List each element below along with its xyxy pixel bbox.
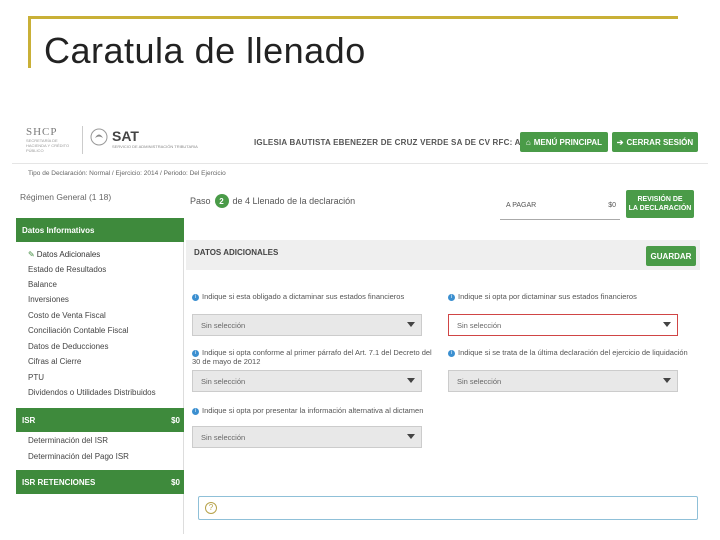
select-dictaminar-opta[interactable]: Sin selección — [448, 314, 678, 336]
select-dictaminar-obligado[interactable]: Sin selección — [192, 314, 422, 336]
sidebar-section-label: ISR RETENCIONES — [22, 477, 96, 487]
step-indicator: Paso 2 de 4 Llenado de la declaración — [190, 194, 355, 208]
select-value: Sin selección — [457, 320, 502, 330]
select-decreto-2012[interactable]: Sin selección — [192, 370, 422, 392]
sidebar-item-determinacion-isr[interactable]: Determinación del ISR — [28, 436, 108, 445]
step-suffix: de 4 Llenado de la declaración — [232, 196, 356, 206]
review-declaration-button[interactable]: REVISIÓN DE LA DECLARACIÓN — [626, 190, 694, 218]
sidebar-item-datos-adicionales[interactable]: ✎ Datos Adicionales — [28, 250, 100, 259]
section-header: DATOS ADICIONALES — [186, 240, 700, 270]
logo-divider — [82, 126, 83, 154]
info-icon: i — [192, 407, 199, 415]
sidebar-item-balance[interactable]: Balance — [28, 280, 57, 289]
help-panel[interactable]: ? — [198, 496, 698, 520]
sidebar-section-isr-retenciones[interactable]: ISR RETENCIONES $0 — [16, 470, 184, 494]
sat-logo-subtext: SERVICIO DE ADMINISTRACIÓN TRIBUTARIA — [112, 144, 198, 149]
question-label: i Indique si opta por dictaminar sus esta… — [448, 292, 688, 301]
main-menu-label: MENÚ PRINCIPAL — [533, 137, 603, 147]
step-prefix: Paso — [190, 196, 211, 206]
amount-to-pay-value: $0 — [608, 202, 616, 209]
sidebar-section-amount: $0 — [171, 477, 180, 487]
select-value: Sin selección — [201, 320, 246, 330]
sat-screenshot: SHCP SECRETARÍA DE HACIENDA Y CRÉDITO PÚ… — [12, 118, 708, 534]
shcp-logo-subtext: SECRETARÍA DE HACIENDA Y CRÉDITO PÚBLICO — [26, 138, 70, 153]
amount-to-pay-label: A PAGAR — [506, 202, 537, 209]
info-icon: i — [192, 293, 199, 301]
sidebar-item-label: Datos Adicionales — [36, 250, 101, 259]
question-text: Indique si se trata de la última declara… — [458, 348, 688, 357]
breadcrumb: Tipo de Declaración: Normal / Ejercicio:… — [28, 170, 226, 177]
chevron-down-icon — [663, 322, 671, 327]
slide-title: Caratula de llenado — [44, 30, 366, 71]
chevron-down-icon — [407, 378, 415, 383]
save-button[interactable]: GUARDAR — [646, 246, 696, 266]
logout-button[interactable]: ➔ CERRAR SESIÓN — [612, 132, 698, 152]
logout-label: CERRAR SESIÓN — [626, 137, 694, 147]
sidebar-section-isr[interactable]: ISR $0 — [16, 408, 184, 432]
sidebar-item-estado-resultados[interactable]: Estado de Resultados — [28, 265, 106, 274]
chevron-down-icon — [407, 434, 415, 439]
sidebar-item-ptu[interactable]: PTU — [28, 373, 44, 382]
sidebar-item-inversiones[interactable]: Inversiones — [28, 295, 69, 304]
select-ultima-declaracion[interactable]: Sin selección — [448, 370, 678, 392]
top-bar: SHCP SECRETARÍA DE HACIENDA Y CRÉDITO PÚ… — [12, 118, 708, 164]
slide-frame-top — [28, 16, 678, 19]
shcp-logo: SHCP SECRETARÍA DE HACIENDA Y CRÉDITO PÚ… — [26, 126, 78, 156]
review-label-line2: LA DECLARACIÓN — [628, 205, 692, 212]
select-value: Sin selección — [201, 376, 246, 386]
section-title: DATOS ADICIONALES — [194, 248, 279, 257]
question-text: Indique si opta conforme al primer párra… — [192, 348, 432, 366]
regimen-label: Régimen General (1 18) — [20, 192, 112, 202]
main-menu-button[interactable]: ⌂ MENÚ PRINCIPAL — [520, 132, 608, 152]
info-icon: i — [448, 349, 455, 357]
select-value: Sin selección — [201, 432, 246, 442]
select-informacion-alternativa[interactable]: Sin selección — [192, 426, 422, 448]
shcp-logo-text: SHCP — [26, 126, 58, 138]
eagle-emblem-icon — [90, 128, 108, 146]
sidebar: Datos Informativos ✎ Datos Adicionales Es… — [16, 218, 184, 534]
logout-icon: ➔ — [616, 137, 624, 147]
question-label: i Indique si opta por presentar la inform… — [192, 406, 432, 415]
sidebar-section-label: ISR — [22, 415, 36, 425]
sidebar-section-amount: $0 — [171, 415, 180, 425]
question-text: Indique si opta por dictaminar sus estad… — [458, 292, 637, 301]
sidebar-item-deducciones[interactable]: Datos de Deducciones — [28, 342, 109, 351]
chevron-down-icon — [407, 322, 415, 327]
info-icon: i — [192, 349, 199, 357]
question-label: i Indique si esta obligado a dictaminar s… — [192, 292, 432, 301]
step-number: 2 — [214, 194, 229, 208]
home-icon: ⌂ — [525, 137, 531, 147]
pencil-icon: ✎ — [28, 250, 35, 259]
info-icon: i — [448, 293, 455, 301]
sidebar-section-label: Datos Informativos — [22, 225, 95, 235]
sidebar-item-conciliacion[interactable]: Conciliación Contable Fiscal — [28, 326, 129, 335]
question-text: Indique si esta obligado a dictaminar su… — [202, 292, 405, 301]
sidebar-section-datos-informativos[interactable]: Datos Informativos — [16, 218, 184, 242]
sidebar-item-costo-venta[interactable]: Costo de Venta Fiscal — [28, 311, 106, 320]
slide-frame-left — [28, 16, 31, 68]
sidebar-item-determinacion-pago-isr[interactable]: Determinación del Pago ISR — [28, 452, 129, 461]
sidebar-item-cifras-cierre[interactable]: Cifras al Cierre — [28, 357, 81, 366]
select-value: Sin selección — [457, 376, 502, 386]
question-label: i Indique si se trata de la última declar… — [448, 348, 698, 357]
amount-to-pay: A PAGAR $0 — [500, 192, 620, 220]
question-label: i Indique si opta conforme al primer párr… — [192, 348, 432, 366]
review-label-line1: REVISIÓN DE — [637, 196, 683, 203]
sidebar-item-dividendos[interactable]: Dividendos o Utilidades Distribuidos — [28, 388, 156, 397]
question-text: Indique si opta por presentar la informa… — [202, 406, 424, 415]
sat-logo-text: SAT — [112, 128, 139, 144]
sat-logo: SAT SERVICIO DE ADMINISTRACIÓN TRIBUTARI… — [112, 128, 198, 149]
chevron-down-icon — [663, 378, 671, 383]
help-icon[interactable]: ? — [205, 502, 217, 514]
